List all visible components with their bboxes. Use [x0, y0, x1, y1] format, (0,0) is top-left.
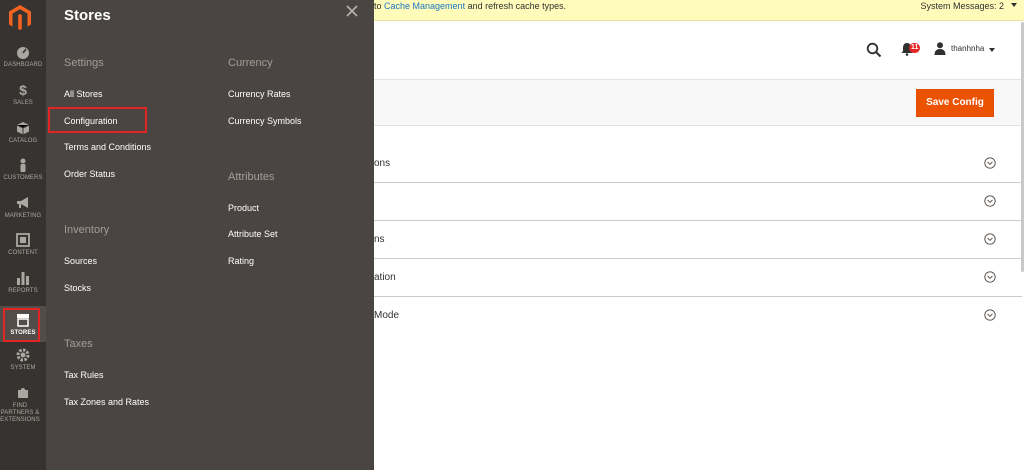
- notice-suffix: and refresh cache types.: [465, 1, 567, 11]
- menu-link-all-stores[interactable]: All Stores: [64, 89, 103, 99]
- section-heading-attributes: Attributes: [228, 171, 275, 183]
- section-heading-taxes: Taxes: [64, 338, 93, 350]
- nav-label: FIND PARTNERS & EXTENSIONS: [0, 403, 40, 423]
- megaphone-icon: [17, 197, 28, 208]
- flyout-title: Stores: [64, 7, 111, 24]
- chevron-down-circle-icon[interactable]: [984, 271, 996, 283]
- notifications-count-badge[interactable]: 11: [909, 43, 921, 53]
- section-label: ons: [374, 158, 391, 169]
- stores-highlight-box: [3, 308, 40, 342]
- config-section-row[interactable]: ns: [374, 221, 1022, 259]
- close-icon[interactable]: [344, 3, 360, 19]
- system-messages-toggle[interactable]: System Messages: 2: [920, 1, 1004, 11]
- section-label: Mode: [374, 310, 400, 321]
- cube-icon: [16, 122, 30, 135]
- nav-label: MARKETING: [4, 213, 42, 219]
- nav-label: DASHBOARD: [3, 62, 43, 68]
- nav-item-content[interactable]: CONTENT: [0, 233, 46, 269]
- config-section-row[interactable]: [374, 183, 1022, 221]
- chevron-down-circle-icon[interactable]: [984, 195, 996, 207]
- user-icon[interactable]: [934, 42, 946, 55]
- chevron-down-circle-icon[interactable]: [984, 233, 996, 245]
- section-heading-currency: Currency: [228, 57, 273, 69]
- nav-label: SALES: [13, 100, 33, 106]
- cache-management-link[interactable]: Cache Management: [384, 1, 465, 11]
- menu-link-configuration[interactable]: Configuration: [64, 116, 118, 126]
- save-config-button[interactable]: Save Config: [916, 89, 994, 117]
- notice-message: to Cache Management and refresh cache ty…: [374, 1, 566, 11]
- nav-item-dashboard[interactable]: DASHBOARD: [0, 45, 46, 81]
- nav-item-sales[interactable]: $ SALES: [0, 83, 46, 119]
- config-section-row[interactable]: ons: [374, 145, 1022, 183]
- dashboard-icon: [17, 47, 29, 59]
- nav-label: CUSTOMERS: [3, 175, 43, 181]
- nav-label: CATALOG: [8, 138, 38, 144]
- menu-link-stocks[interactable]: Stocks: [64, 283, 91, 293]
- menu-link-terms-and-conditions[interactable]: Terms and Conditions: [64, 142, 151, 152]
- menu-link-currency-symbols[interactable]: Currency Symbols: [228, 116, 302, 126]
- section-heading-inventory: Inventory: [64, 224, 110, 236]
- nav-item-marketing[interactable]: MARKETING: [0, 196, 46, 232]
- stores-flyout-panel: Stores Settings All Stores Configuration…: [46, 0, 374, 470]
- magento-logo-icon[interactable]: [8, 4, 32, 32]
- menu-link-sources[interactable]: Sources: [64, 256, 97, 266]
- nav-label: CONTENT: [8, 250, 38, 256]
- menu-link-rating[interactable]: Rating: [228, 256, 254, 266]
- nav-item-customers[interactable]: CUSTOMERS: [0, 158, 46, 194]
- config-section-row[interactable]: Mode: [374, 297, 1022, 335]
- nav-item-reports[interactable]: REPORTS: [0, 271, 46, 307]
- puzzle-icon: [18, 388, 28, 398]
- menu-link-product[interactable]: Product: [228, 203, 259, 213]
- config-section-row[interactable]: ation: [374, 259, 1022, 297]
- nav-item-catalog[interactable]: CATALOG: [0, 121, 46, 157]
- system-notice-bar: to Cache Management and refresh cache ty…: [374, 0, 1024, 21]
- menu-link-attribute-set[interactable]: Attribute Set: [228, 229, 278, 239]
- chevron-down-circle-icon[interactable]: [984, 157, 996, 169]
- search-icon[interactable]: [866, 42, 882, 58]
- user-chevron-down-icon[interactable]: [989, 48, 995, 52]
- chevron-down-icon[interactable]: [1011, 3, 1017, 7]
- menu-link-currency-rates[interactable]: Currency Rates: [228, 89, 291, 99]
- nav-label: REPORTS: [8, 288, 38, 294]
- user-account-name[interactable]: thanhnha: [951, 44, 984, 53]
- person-icon: [20, 158, 26, 172]
- chevron-down-circle-icon[interactable]: [984, 309, 996, 321]
- nav-label: SYSTEM: [10, 365, 36, 371]
- menu-link-tax-rules[interactable]: Tax Rules: [64, 370, 104, 380]
- gear-icon: [16, 348, 30, 362]
- notice-prefix: to: [374, 1, 385, 11]
- admin-sidebar: DASHBOARD $ SALES CATALOG CUSTOMERS MARK…: [0, 0, 46, 470]
- dollar-icon: $: [19, 82, 27, 98]
- section-heading-settings: Settings: [64, 57, 104, 69]
- nav-item-stores[interactable]: STORES: [0, 306, 46, 342]
- layout-icon: [16, 233, 30, 247]
- section-label: ation: [374, 272, 396, 283]
- nav-item-partners[interactable]: FIND PARTNERS & EXTENSIONS: [0, 386, 46, 426]
- menu-link-order-status[interactable]: Order Status: [64, 169, 115, 179]
- nav-item-system[interactable]: SYSTEM: [0, 348, 46, 384]
- section-label: ns: [374, 234, 385, 245]
- menu-link-tax-zones-and-rates[interactable]: Tax Zones and Rates: [64, 397, 149, 407]
- bar-chart-icon: [17, 272, 29, 285]
